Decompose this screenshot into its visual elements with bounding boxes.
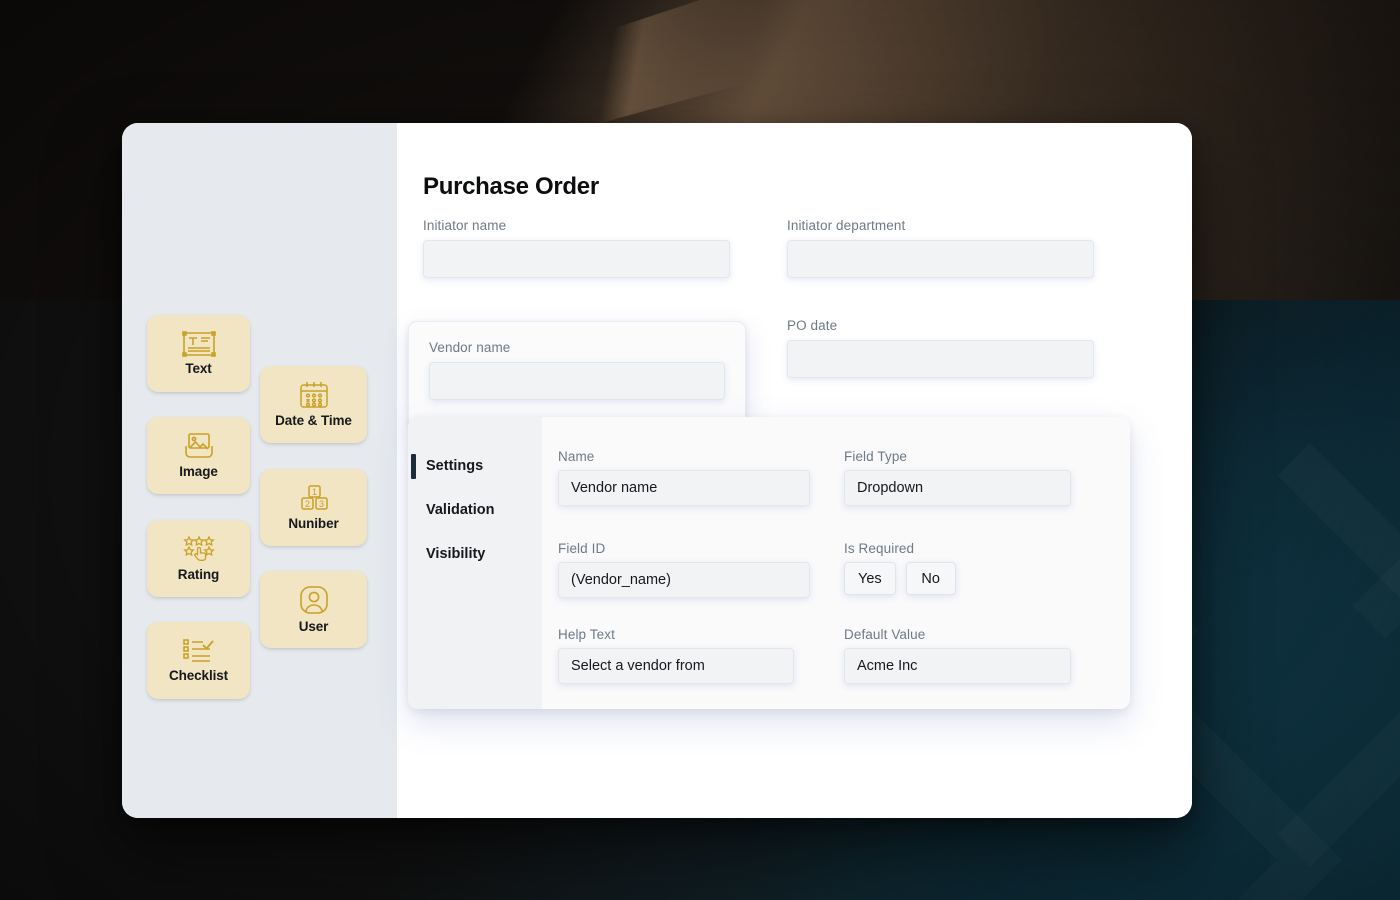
initiator-department-input[interactable] — [787, 240, 1094, 278]
property-default-value: Default Value Acme Inc — [844, 627, 1071, 684]
property-label: Default Value — [844, 627, 926, 642]
form-canvas: Purchase Order Initiator name Initiator … — [397, 123, 1192, 818]
palette-tile-image[interactable]: Image — [147, 417, 250, 494]
svg-text:1: 1 — [311, 487, 316, 497]
help-text-input[interactable]: Select a vendor from — [558, 648, 794, 684]
palette-tile-label: Text — [185, 361, 212, 376]
form-builder-window: Text Image Rating Checklist Date & Time … — [122, 123, 1192, 818]
field-properties-panel: Settings Validation Visibility Name Vend… — [408, 417, 1130, 709]
property-label: Field ID — [558, 541, 606, 556]
svg-text:2: 2 — [304, 499, 309, 509]
property-field-id: Field ID (Vendor_name) — [558, 541, 810, 598]
name-input[interactable]: Vendor name — [558, 470, 810, 506]
palette-tile-label: Checklist — [168, 668, 229, 683]
property-field-type: Field Type Dropdown — [844, 449, 1071, 506]
form-field-initiator-department: Initiator department — [787, 218, 1094, 278]
palette-tile-label: Rating — [177, 567, 220, 582]
field-palette-sidebar: Text Image Rating Checklist Date & Time … — [122, 123, 397, 818]
tab-validation[interactable]: Validation — [408, 499, 542, 521]
po-date-input[interactable] — [787, 340, 1094, 378]
is-required-no-button[interactable]: No — [905, 562, 956, 595]
text-field-icon — [181, 331, 216, 357]
palette-tile-checklist[interactable]: Checklist — [147, 622, 250, 699]
property-label: Is Required — [844, 541, 915, 556]
palette-tile-label: Image — [179, 464, 218, 479]
default-value-input[interactable]: Acme Inc — [844, 648, 1071, 684]
property-label: Name — [558, 449, 595, 464]
field-type-select[interactable]: Dropdown — [844, 470, 1071, 506]
field-id-input[interactable]: (Vendor_name) — [558, 562, 810, 598]
is-required-toggle-group: Yes No — [844, 562, 1071, 595]
form-field-initiator-name: Initiator name — [423, 218, 730, 278]
palette-tile-label: User — [298, 619, 329, 634]
field-label: Initiator name — [423, 218, 507, 233]
palette-tile-text[interactable]: Text — [147, 315, 250, 392]
property-is-required: Is Required Yes No — [844, 541, 1071, 595]
is-required-yes-button[interactable]: Yes — [844, 562, 896, 595]
palette-tile-rating[interactable]: Rating — [147, 520, 250, 597]
image-icon — [183, 432, 215, 460]
checklist-icon — [182, 638, 216, 664]
property-label: Field Type — [844, 449, 908, 464]
number-blocks-icon: 1 2 3 — [298, 484, 330, 512]
vendor-name-input[interactable] — [429, 362, 725, 400]
tab-label: Validation — [426, 502, 495, 518]
field-label: PO date — [787, 318, 838, 333]
selected-field-card-vendor-name[interactable]: Vendor name — [408, 321, 746, 428]
rating-stars-icon — [182, 535, 216, 563]
property-label: Help Text — [558, 627, 615, 642]
svg-text:3: 3 — [318, 499, 323, 509]
field-label: Vendor name — [429, 340, 511, 355]
tab-label: Settings — [426, 458, 484, 474]
properties-form: Name Vendor name Field ID (Vendor_name) … — [542, 417, 1130, 709]
field-label: Initiator department — [787, 218, 906, 233]
tab-visibility[interactable]: Visibility — [408, 543, 542, 565]
desktop-background: Text Image Rating Checklist Date & Time … — [0, 0, 1400, 900]
tab-settings[interactable]: Settings — [408, 454, 542, 479]
palette-tile-number[interactable]: 1 2 3 Nuniber — [260, 469, 367, 546]
page-title: Purchase Order — [423, 173, 599, 200]
palette-tile-date-time[interactable]: Date & Time — [260, 366, 367, 443]
palette-tile-label: Nuniber — [288, 516, 339, 531]
property-help-text: Help Text Select a vendor from — [558, 627, 794, 684]
tab-label: Visibility — [426, 546, 486, 562]
initiator-name-input[interactable] — [423, 240, 730, 278]
properties-tab-list: Settings Validation Visibility — [408, 417, 542, 709]
user-avatar-icon — [299, 585, 329, 615]
palette-tile-user[interactable]: User — [260, 571, 367, 648]
palette-tile-label: Date & Time — [275, 413, 352, 428]
calendar-icon — [298, 381, 330, 409]
property-name: Name Vendor name — [558, 449, 810, 506]
form-field-po-date: PO date — [787, 318, 1094, 378]
